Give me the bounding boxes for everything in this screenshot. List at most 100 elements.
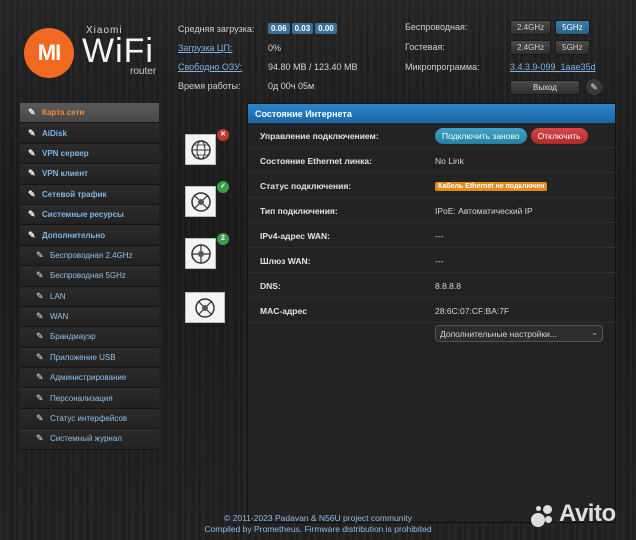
sidebar-item-label: Беспроводная 5GHz (50, 271, 126, 281)
load-15: 0.00 (315, 23, 337, 34)
sidebar-item-label: Карта сети (42, 108, 85, 118)
sidebar-item-vpn-server[interactable]: ✎ VPN сервер (20, 143, 159, 165)
row-value: No Link (435, 155, 464, 166)
sidebar-item-aidisk[interactable]: ✎ AiDisk (20, 123, 159, 144)
pencil-icon: ✎ (36, 372, 44, 383)
sidebar-item-wan[interactable]: ✎ WAN (20, 306, 159, 328)
ram-row: Свободно ОЗУ: 94.80 MB / 123.40 MB (178, 57, 378, 76)
pencil-icon[interactable]: ✎ (586, 79, 602, 95)
ram-link[interactable]: Свободно ОЗУ: (178, 62, 268, 72)
cpu-row: Загрузка ЦП: 0% (178, 38, 378, 57)
pencil-icon: ✎ (28, 107, 36, 118)
row-value: --- (435, 255, 444, 266)
row-label: DNS: (260, 280, 281, 291)
globe-icon (190, 139, 211, 160)
usb-icon (195, 297, 215, 318)
dns-row: DNS: 8.8.8.8 (248, 274, 617, 298)
pencil-icon: ✎ (36, 413, 44, 424)
load-row: Средняя загрузка: 0.06 0.03 0.00 (178, 19, 378, 38)
router-icon (190, 191, 211, 212)
more-settings-select[interactable]: Дополнительные настройки... ⌄ (435, 325, 603, 342)
pencil-icon: ✎ (36, 351, 44, 362)
ethernet-link-row: Состояние Ethernet линка: No Link (248, 149, 617, 173)
connection-buttons: Подключить заново Отключить (435, 127, 588, 144)
guest-5-button[interactable]: 5GHz (555, 39, 590, 55)
select-value: Дополнительные настройки... (440, 328, 557, 339)
mac-row: MAC-адрес 28:6C:07:CF:BA:7F (248, 299, 617, 323)
wireless-row: Беспроводная: 2.4GHz 5GHz (405, 17, 615, 37)
firmware-label: Микропрограмма: (405, 62, 480, 72)
firmware-link[interactable]: 3.4.3.9-099_1aae35d (510, 62, 596, 72)
sidebar-item-label: Беспроводная 2.4GHz (50, 250, 133, 260)
sidebar-item-firewall[interactable]: ✎ Брандмауэр (20, 327, 159, 348)
pencil-icon: ✎ (28, 188, 36, 199)
row-label: Управление подключением: (260, 130, 379, 141)
sidebar-item-administration[interactable]: ✎ Администрирование (20, 368, 159, 389)
guest-row: Гостевая: 2.4GHz 5GHz (405, 37, 615, 57)
clients-node[interactable]: 2 (185, 233, 229, 269)
chevron-down-icon: ⌄ (591, 328, 598, 337)
row-label: Состояние Ethernet линка: (260, 155, 372, 166)
sidebar-item-usb-apps[interactable]: ✎ Приложение USB (20, 347, 159, 369)
usb-node[interactable] (185, 292, 225, 323)
logout-row: Выход ✎ (405, 77, 615, 97)
row-value: IPoE: Автоматический IP (435, 205, 533, 216)
sidebar-item-traffic[interactable]: ✎ Сетевой трафик (20, 184, 159, 205)
firmware-row: Микропрограмма: 3.4.3.9-099_1aae35d (405, 57, 615, 77)
pencil-icon: ✎ (36, 392, 44, 403)
row-label: IPv4-адрес WAN: (260, 230, 330, 241)
connection-type-row: Тип подключения: IPoE: Автоматический IP (248, 199, 617, 223)
pencil-icon: ✎ (28, 168, 36, 179)
guest-24-button[interactable]: 2.4GHz (510, 39, 552, 55)
logo-wifi-text: WiFi (82, 32, 154, 70)
clients-icon (190, 243, 211, 264)
pencil-icon: ✎ (36, 433, 44, 444)
row-label: Шлюз WAN: (260, 255, 311, 266)
router-node[interactable]: ✓ (185, 181, 229, 217)
radio-status: Беспроводная: 2.4GHz 5GHz Гостевая: 2.4G… (405, 17, 615, 97)
sidebar-item-network-map[interactable]: ✎ Карта сети (20, 103, 159, 124)
system-stats: Средняя загрузка: 0.06 0.03 0.00 Загрузка … (178, 19, 378, 95)
sidebar-item-label: Сетевой трафик (42, 189, 107, 199)
pencil-icon: ✎ (36, 270, 44, 281)
mi-logo-icon: MI (24, 28, 74, 78)
guest-label: Гостевая: (405, 42, 445, 52)
wireless-label: Беспроводная: (405, 22, 468, 32)
sidebar-item-label: Дополнительно (42, 230, 106, 240)
sidebar-item-interface-status[interactable]: ✎ Статус интерфейсов (20, 408, 159, 430)
load-1: 0.06 (268, 23, 290, 34)
sidebar-item-label: Приложение USB (50, 352, 116, 362)
sidebar-item-label: Администрирование (50, 373, 127, 383)
reconnect-button[interactable]: Подключить заново (435, 127, 527, 144)
sidebar-item-advanced[interactable]: ✎ Дополнительно (20, 225, 159, 246)
wireless-5-button[interactable]: 5GHz (555, 19, 590, 35)
sidebar-item-vpn-client[interactable]: ✎ VPN клиент (20, 164, 159, 185)
uptime-row: Время работы: 0д 00ч 05м (178, 76, 378, 95)
xiaomi-wifi-logo: MI Xiaomi WiFi router (24, 25, 174, 85)
sidebar-item-label: AiDisk (42, 128, 67, 138)
logout-button[interactable]: Выход (510, 79, 580, 95)
pencil-icon: ✎ (36, 290, 44, 301)
sidebar-item-personalization[interactable]: ✎ Персонализация (20, 388, 159, 409)
disconnect-button[interactable]: Отключить (530, 127, 588, 144)
sidebar-item-label: Персонализация (50, 393, 113, 403)
sidebar-item-label: Системный журнал (50, 434, 122, 444)
connection-control-row: Управление подключением: Подключить зано… (248, 124, 617, 148)
internet-node[interactable]: ✕ (185, 129, 229, 165)
sidebar-item-resources[interactable]: ✎ Системные ресурсы (20, 204, 159, 226)
sidebar-item-syslog[interactable]: ✎ Системный журнал (20, 429, 159, 450)
wan-ipv4-row: IPv4-адрес WAN: --- (248, 224, 617, 248)
cpu-link[interactable]: Загрузка ЦП: (178, 43, 268, 53)
sidebar-item-label: Статус интерфейсов (50, 414, 128, 424)
network-map: ✕ ✓ 2 (174, 120, 238, 520)
status-badge: Кабель Ethernet не подключен (435, 182, 548, 191)
disconnected-icon: ✕ (217, 129, 229, 141)
avito-watermark: Avito (529, 500, 629, 530)
clients-count-badge: 2 (217, 233, 229, 245)
sidebar-item-wireless-5[interactable]: ✎ Беспроводная 5GHz (20, 266, 159, 287)
sidebar-item-wireless-24[interactable]: ✎ Беспроводная 2.4GHz (20, 245, 159, 267)
sidebar-item-lan[interactable]: ✎ LAN (20, 286, 159, 307)
pencil-icon: ✎ (36, 311, 44, 322)
wireless-24-button[interactable]: 2.4GHz (510, 19, 552, 35)
uptime-value: 0д 00ч 05м (268, 80, 315, 91)
